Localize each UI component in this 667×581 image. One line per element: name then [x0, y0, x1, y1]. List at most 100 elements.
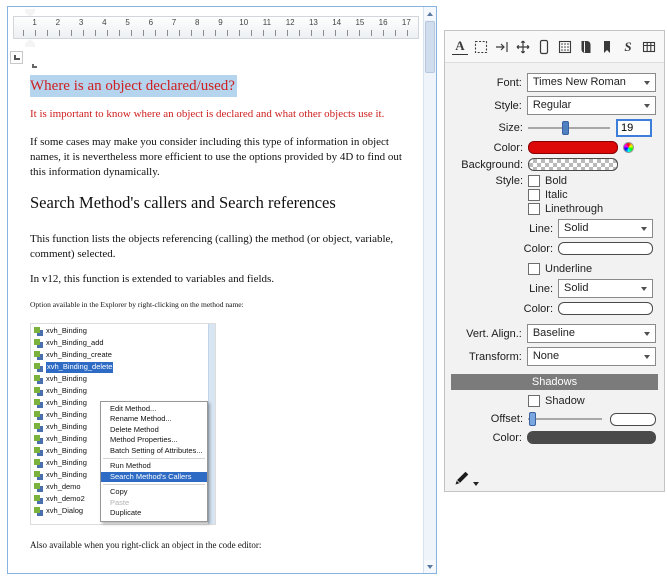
- document-content[interactable]: Where is an object declared/used? It is …: [8, 47, 423, 573]
- book-icon[interactable]: [578, 38, 594, 56]
- frame-icon[interactable]: [536, 38, 552, 56]
- menu-item[interactable]: Method Properties...: [101, 435, 207, 446]
- italic-label: Italic: [545, 189, 568, 201]
- underline-a-icon[interactable]: A: [452, 39, 468, 55]
- method-icon: [34, 483, 43, 492]
- chevron-down-icon: [641, 287, 647, 291]
- underline-color-swatch[interactable]: [558, 302, 653, 315]
- doc-paragraph-small: Also available when you right-click an o…: [30, 539, 405, 551]
- text-properties-panel: A S: [444, 30, 665, 492]
- move-icon[interactable]: [515, 38, 531, 56]
- doc-heading-highlighted: Where is an object declared/used?: [30, 75, 237, 97]
- text-color-swatch[interactable]: [528, 141, 618, 154]
- method-icon: [34, 423, 43, 432]
- offset-slider[interactable]: [528, 411, 602, 427]
- menu-item[interactable]: Copy: [101, 487, 207, 498]
- method-icon: [34, 339, 43, 348]
- method-icon: [34, 363, 43, 372]
- document-scrollbar[interactable]: [423, 7, 436, 573]
- menu-item[interactable]: Delete Method: [101, 425, 207, 436]
- linethrough-color-swatch[interactable]: [558, 242, 653, 255]
- bookmark-icon[interactable]: [599, 38, 615, 56]
- underline-checkbox[interactable]: [528, 263, 540, 275]
- menu-item[interactable]: Run Method: [101, 461, 207, 472]
- menu-item[interactable]: Rename Method...: [101, 414, 207, 425]
- menu-separator: [103, 484, 205, 485]
- slider-thumb[interactable]: [562, 121, 569, 135]
- font-select[interactable]: Times New Roman: [527, 73, 656, 92]
- shadow-checkbox[interactable]: [528, 395, 540, 407]
- method-icon: [34, 459, 43, 468]
- list-item[interactable]: xvh_Binding: [31, 326, 215, 338]
- offset-label: Offset:: [453, 413, 523, 425]
- color-wheel-icon[interactable]: [623, 142, 634, 153]
- style-select[interactable]: Regular: [527, 96, 656, 115]
- method-icon: [34, 351, 43, 360]
- method-icon: [34, 327, 43, 336]
- table-icon[interactable]: [641, 38, 657, 56]
- scroll-down-button[interactable]: [424, 560, 436, 573]
- arrow-down-icon: [427, 565, 433, 569]
- style-s-icon[interactable]: S: [620, 38, 636, 56]
- chevron-down-icon: [644, 104, 650, 108]
- left-indent-marker[interactable]: [25, 39, 35, 47]
- doc-paragraph-small: Option available in the Explorer by righ…: [30, 300, 405, 310]
- method-icon: [34, 471, 43, 480]
- method-icon: [34, 387, 43, 396]
- menu-item[interactable]: Batch Setting of Attributes...: [101, 446, 207, 457]
- underline-label: Underline: [545, 263, 592, 275]
- transform-label: Transform:: [453, 351, 522, 363]
- explorer-scrollbar[interactable]: [208, 324, 215, 524]
- chevron-down-icon: [644, 332, 650, 336]
- method-icon: [34, 447, 43, 456]
- linethrough-line-select[interactable]: Solid: [558, 219, 653, 238]
- transform-select[interactable]: None: [527, 347, 656, 366]
- doc-paragraph: In v12, this function is extended to var…: [30, 272, 418, 287]
- list-item[interactable]: xvh_Binding_create: [31, 350, 215, 362]
- size-slider[interactable]: [528, 120, 610, 136]
- vert-align-select[interactable]: Baseline: [527, 324, 656, 343]
- scroll-up-button[interactable]: [424, 7, 436, 20]
- menu-item[interactable]: Edit Method...: [101, 404, 207, 415]
- menu-item-highlighted[interactable]: Search Method's Callers: [101, 472, 207, 483]
- method-icon: [34, 399, 43, 408]
- menu-item[interactable]: Duplicate: [101, 508, 207, 519]
- list-item[interactable]: xvh_Binding: [31, 386, 215, 398]
- list-item-selected[interactable]: xvh_Binding_delete: [31, 362, 215, 374]
- shadow-color-label: Color:: [453, 432, 522, 444]
- shadow-label: Shadow: [545, 395, 585, 407]
- style-label: Style:: [453, 100, 522, 112]
- chevron-down-icon: [644, 355, 650, 359]
- pen-icon: [453, 469, 471, 487]
- method-icon: [34, 507, 43, 516]
- tab-stop-icon[interactable]: [494, 38, 510, 56]
- linethrough-checkbox[interactable]: [528, 203, 540, 215]
- background-color-swatch[interactable]: [528, 158, 618, 171]
- size-label: Size:: [453, 122, 523, 134]
- italic-checkbox[interactable]: [528, 189, 540, 201]
- shadows-section-header: Shadows: [451, 374, 658, 390]
- linethrough-line-label: Line:: [453, 223, 553, 235]
- pen-tool[interactable]: [453, 469, 479, 487]
- ruler[interactable]: 1234567891011121314151617: [8, 7, 423, 47]
- slider-thumb[interactable]: [529, 412, 536, 426]
- bold-label: Bold: [545, 175, 567, 187]
- bold-checkbox[interactable]: [528, 175, 540, 187]
- list-item[interactable]: xvh_Binding: [31, 374, 215, 386]
- underline-line-label: Line:: [453, 283, 553, 295]
- fill-pattern-icon[interactable]: [557, 38, 573, 56]
- scrollbar-thumb[interactable]: [425, 21, 435, 73]
- underline-line-select[interactable]: Solid: [558, 279, 653, 298]
- chevron-down-icon: [644, 81, 650, 85]
- size-input[interactable]: [616, 119, 652, 137]
- ruler-ticks: [23, 30, 416, 36]
- method-icon: [34, 495, 43, 504]
- chevron-down-icon: [641, 227, 647, 231]
- list-item[interactable]: xvh_Binding_add: [31, 338, 215, 350]
- shadow-color-swatch[interactable]: [527, 431, 656, 444]
- menu-item-disabled: Paste: [101, 498, 207, 509]
- offset-value-swatch[interactable]: [610, 413, 656, 426]
- selection-box-icon[interactable]: [473, 38, 489, 56]
- linethrough-label: Linethrough: [545, 203, 603, 215]
- doc-paragraph: This function lists the objects referenc…: [30, 232, 418, 262]
